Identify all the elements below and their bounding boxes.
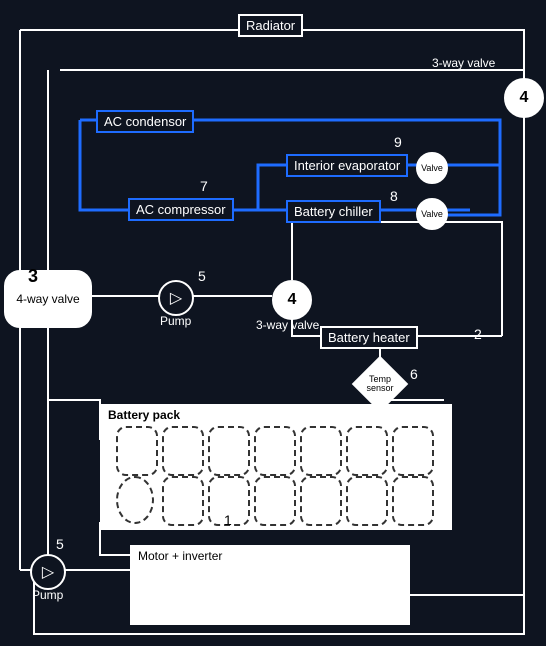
battery-pack-title: Battery pack [108,408,180,422]
threeway-mid-circle: 4 [272,280,312,320]
radiator-box: Radiator [238,14,303,37]
valve-2: Valve [416,198,448,230]
pump-2-icon: ▷ [30,554,66,590]
num-9: 9 [394,134,402,150]
battery-heater-box: Battery heater [320,326,418,349]
pump-2-label: Pump [32,588,63,602]
battery-pack: Battery pack 1 [100,404,452,530]
num-6: 6 [410,366,418,382]
motor-label: Motor + inverter [138,549,222,563]
num-2: 2 [474,326,482,342]
ac-condensor-box: AC condensor [96,110,194,133]
threeway-top-label: 3-way valve [432,56,495,70]
marker-4-top: 4 [504,78,544,118]
motor-inverter-box: Motor + inverter [130,545,410,625]
radiator-label: Radiator [246,18,295,33]
num-3: 3 [28,266,38,287]
pump-1-icon: ▷ [158,280,194,316]
threeway-mid-label: 3-way valve [256,318,319,332]
num-1: 1 [224,512,232,528]
num-5b: 5 [56,536,64,552]
interior-evap-box: Interior evaporator [286,154,408,177]
num-7: 7 [200,178,208,194]
num-8: 8 [390,188,398,204]
valve-1: Valve [416,152,448,184]
battery-chiller-box: Battery chiller [286,200,381,223]
ac-compressor-box: AC compressor [128,198,234,221]
num-5a: 5 [198,268,206,284]
four-way-valve: 4-way valve [4,270,92,328]
pump-1-label: Pump [160,314,191,328]
